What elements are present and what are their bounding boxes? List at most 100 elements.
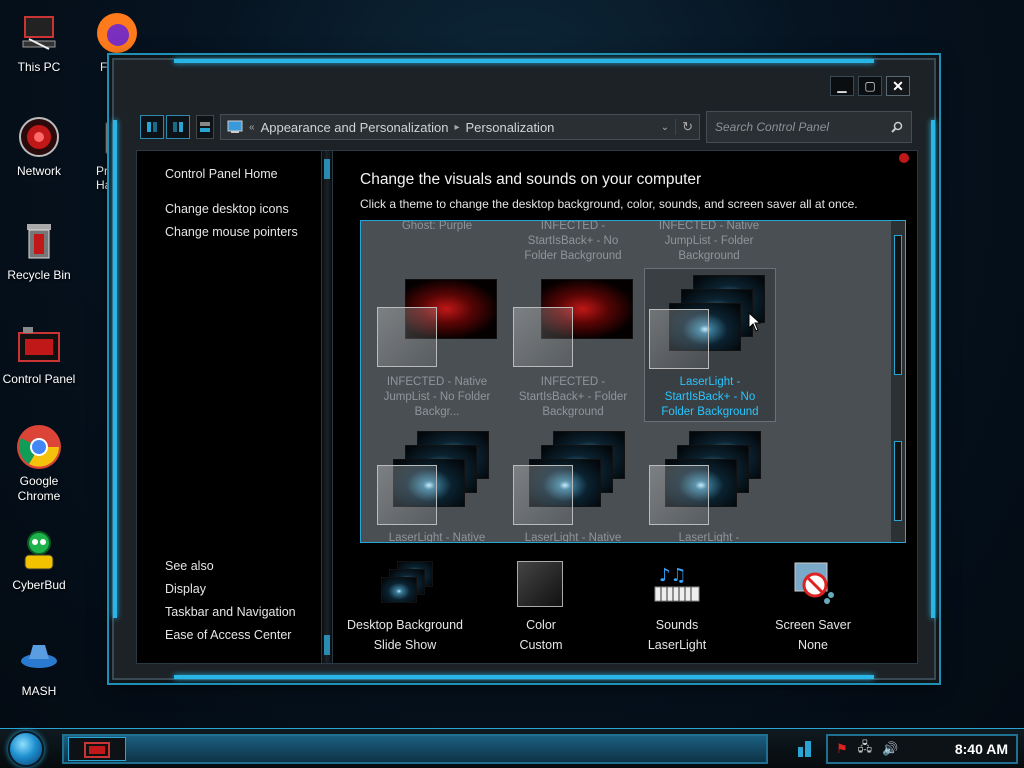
desktop-icon-label: MASH [21, 684, 57, 698]
control-panel-icon [16, 322, 62, 368]
desktop-icon-label: Network [16, 164, 61, 178]
search-icon [891, 121, 903, 133]
taskbar-apps [62, 734, 768, 764]
theme-item[interactable]: LaserLight - [643, 427, 775, 542]
search-placeholder: Search Control Panel [715, 120, 830, 134]
main-pane: Change the visuals and sounds on your co… [337, 151, 917, 663]
maximize-button[interactable]: ▢ [858, 76, 882, 96]
screen-saver-icon [783, 559, 843, 613]
color-setting[interactable]: Color Custom [473, 559, 609, 655]
cyberbud-icon [16, 528, 62, 574]
control-panel-icon [227, 120, 243, 133]
breadcrumb-personalization[interactable]: Personalization [466, 120, 555, 135]
refresh-icon[interactable]: ↻ [675, 119, 693, 135]
theme-thumbnail [643, 427, 775, 531]
control-panel-icon [84, 742, 110, 758]
desktop-icon-label: This PC [17, 60, 61, 74]
ease-of-access-link[interactable]: Ease of Access Center [165, 624, 296, 647]
desktop-icon-mash[interactable]: MASH [0, 634, 78, 699]
desktop-icon-network[interactable]: Network [0, 114, 78, 179]
search-input[interactable]: Search Control Panel [706, 111, 912, 143]
taskbar-control-panel-button[interactable] [68, 737, 126, 761]
breadcrumb-chevron-icon[interactable]: ▸ [454, 122, 459, 133]
content-area: Control Panel Home Change desktop icons … [136, 150, 918, 664]
theme-item[interactable]: INFECTED - StartIsBack+ - Folder Backgro… [507, 271, 639, 420]
theme-item[interactable]: INFECTED - Native JumpList - No Folder B… [371, 271, 503, 420]
breadcrumb-appearance[interactable]: Appearance and Personalization [261, 120, 449, 135]
address-dropdown-icon[interactable]: ⌄ [661, 122, 669, 133]
toolbar: « Appearance and Personalization ▸ Perso… [140, 110, 912, 144]
theme-thumbnail [371, 427, 503, 531]
desktop-icon-google-chrome[interactable]: Google Chrome [0, 424, 78, 504]
help-icon[interactable] [899, 153, 909, 163]
system-tray: ⚑ 🖧 🔊 8:40 AM [826, 734, 1018, 764]
start-button[interactable] [8, 730, 44, 767]
desktop-background-setting[interactable]: Desktop Background Slide Show [337, 559, 473, 655]
back-button[interactable] [140, 115, 164, 139]
action-center-icon[interactable]: ⚑ [836, 741, 848, 757]
address-bar[interactable]: « Appearance and Personalization ▸ Perso… [220, 114, 700, 140]
desktop-icon-recycle-bin[interactable]: Recycle Bin [0, 218, 78, 283]
recycle-bin-icon [16, 218, 62, 264]
color-icon [511, 559, 571, 613]
theme-thumbnail [507, 427, 639, 531]
theme-item[interactable]: INFECTED - StartIsBack+ - No Folder Back… [507, 221, 639, 264]
nav-buttons [140, 115, 190, 139]
sounds-icon: ♪♫ [647, 559, 707, 613]
change-desktop-icons-link[interactable]: Change desktop icons [165, 198, 315, 221]
chrome-icon [16, 424, 62, 470]
see-also-section: See also Display Taskbar and Navigation … [165, 555, 296, 647]
theme-thumbnail [371, 271, 503, 375]
theme-item-selected[interactable]: LaserLight - StartIsBack+ - No Folder Ba… [644, 268, 776, 422]
show-desktop-icon [798, 741, 811, 757]
scrollbar-thumb[interactable] [894, 235, 902, 375]
desktop-icon-label: Recycle Bin [7, 268, 71, 282]
network-icon [16, 114, 62, 160]
caption-buttons: ▁ ▢ ✕ [830, 76, 910, 96]
desktop-icon-label: CyberBud [12, 578, 66, 592]
forward-button[interactable] [166, 115, 190, 139]
firefox-icon [94, 10, 140, 56]
desktop-background-icon [375, 559, 435, 613]
desktop-icon-this-pc[interactable]: This PC [0, 10, 78, 75]
theme-list: Ghost: Purple INFECTED - StartIsBack+ - … [360, 220, 906, 543]
volume-icon[interactable]: 🔊 [882, 741, 898, 757]
forward-icon [173, 122, 183, 132]
show-desktop-button[interactable] [794, 737, 818, 761]
scrollbar-track-segment[interactable] [894, 441, 902, 521]
screen-saver-setting[interactable]: Screen Saver None [745, 559, 881, 655]
left-pane: Control Panel Home Change desktop icons … [137, 151, 315, 663]
back-icon [147, 122, 157, 132]
theme-item[interactable]: LaserLight - Native [371, 427, 503, 542]
theme-item[interactable]: Ghost: Purple [371, 221, 503, 234]
mouse-cursor-icon [748, 312, 762, 332]
page-description: Click a theme to change the desktop back… [360, 197, 858, 211]
svg-text:♪♫: ♪♫ [659, 565, 687, 586]
theme-list-scrollbar[interactable] [891, 221, 905, 542]
theme-item[interactable]: INFECTED - Native JumpList - Folder Back… [643, 221, 775, 264]
mash-icon [16, 634, 62, 680]
control-panel-window: ▁ ▢ ✕ « Appearance and Personalization ▸… [112, 58, 936, 680]
desktop-icon-cyberbud[interactable]: CyberBud [0, 528, 78, 593]
this-pc-icon [16, 10, 62, 56]
desktop-icon-label: Control Panel [2, 372, 76, 386]
display-link[interactable]: Display [165, 578, 296, 601]
clock[interactable]: 8:40 AM [955, 741, 1008, 757]
desktop-icon-control-panel[interactable]: Control Panel [0, 322, 78, 387]
taskbar-navigation-link[interactable]: Taskbar and Navigation [165, 601, 296, 624]
recent-pages-icon [200, 122, 210, 132]
address-overflow[interactable]: « [249, 122, 255, 133]
theme-thumbnail [507, 271, 639, 375]
minimize-button[interactable]: ▁ [830, 76, 854, 96]
close-button[interactable]: ✕ [886, 76, 910, 96]
change-mouse-pointers-link[interactable]: Change mouse pointers [165, 221, 315, 244]
recent-pages-button[interactable] [196, 115, 214, 139]
taskbar: ⚑ 🖧 🔊 8:40 AM [0, 728, 1024, 768]
see-also-header: See also [165, 559, 214, 573]
theme-item[interactable]: LaserLight - Native [507, 427, 639, 542]
network-tray-icon[interactable]: 🖧 [858, 738, 873, 760]
sounds-setting[interactable]: ♪♫ Sounds LaserLight [609, 559, 745, 655]
control-panel-home-link[interactable]: Control Panel Home [165, 163, 315, 186]
theme-settings-row: Desktop Background Slide Show Color Cust… [337, 559, 917, 655]
pane-divider [321, 151, 333, 663]
